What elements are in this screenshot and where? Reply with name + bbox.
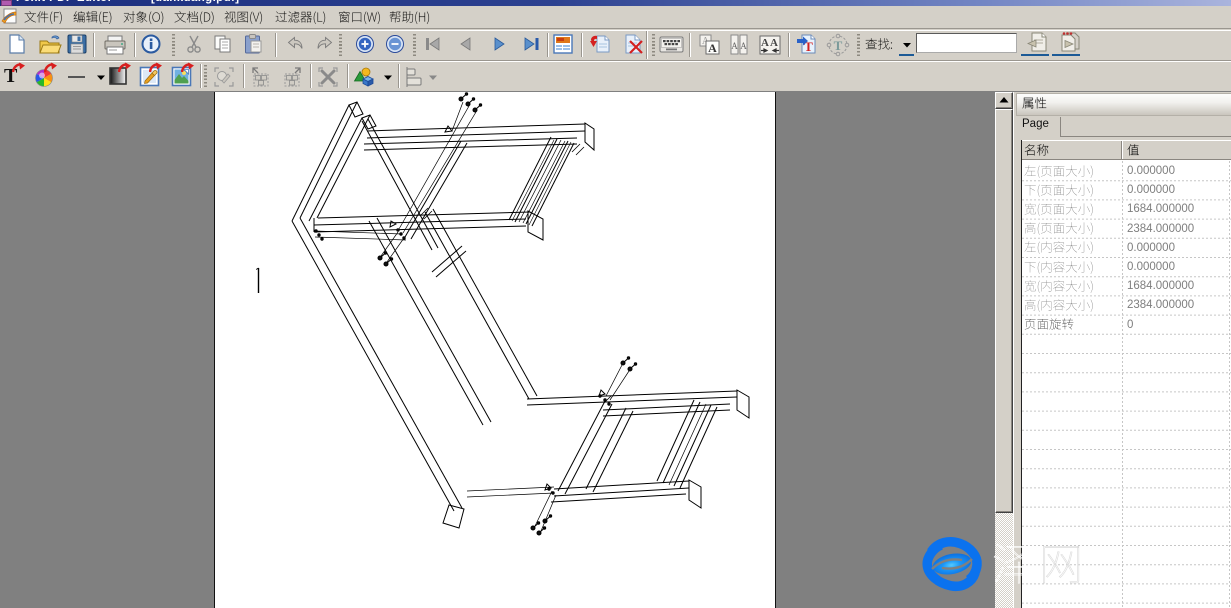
svg-text:A: A [770, 37, 778, 49]
svg-text:T: T [834, 38, 843, 53]
svg-text:A: A [740, 41, 747, 51]
svg-text:A: A [761, 37, 769, 49]
svg-text:A: A [731, 41, 738, 51]
svg-text:A: A [708, 41, 717, 55]
